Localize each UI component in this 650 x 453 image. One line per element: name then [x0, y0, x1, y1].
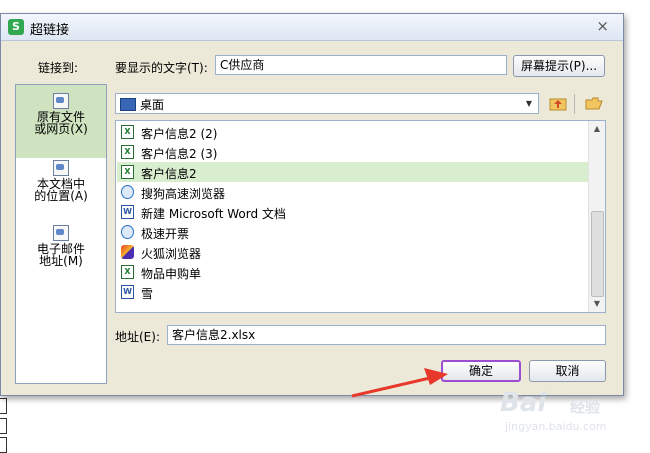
annotation-arrow	[351, 368, 448, 398]
watermark-brand2: 经验	[570, 398, 601, 416]
watermark-brand: Bai	[500, 388, 547, 418]
watermark-url: jingyan.baidu.com	[505, 420, 607, 433]
